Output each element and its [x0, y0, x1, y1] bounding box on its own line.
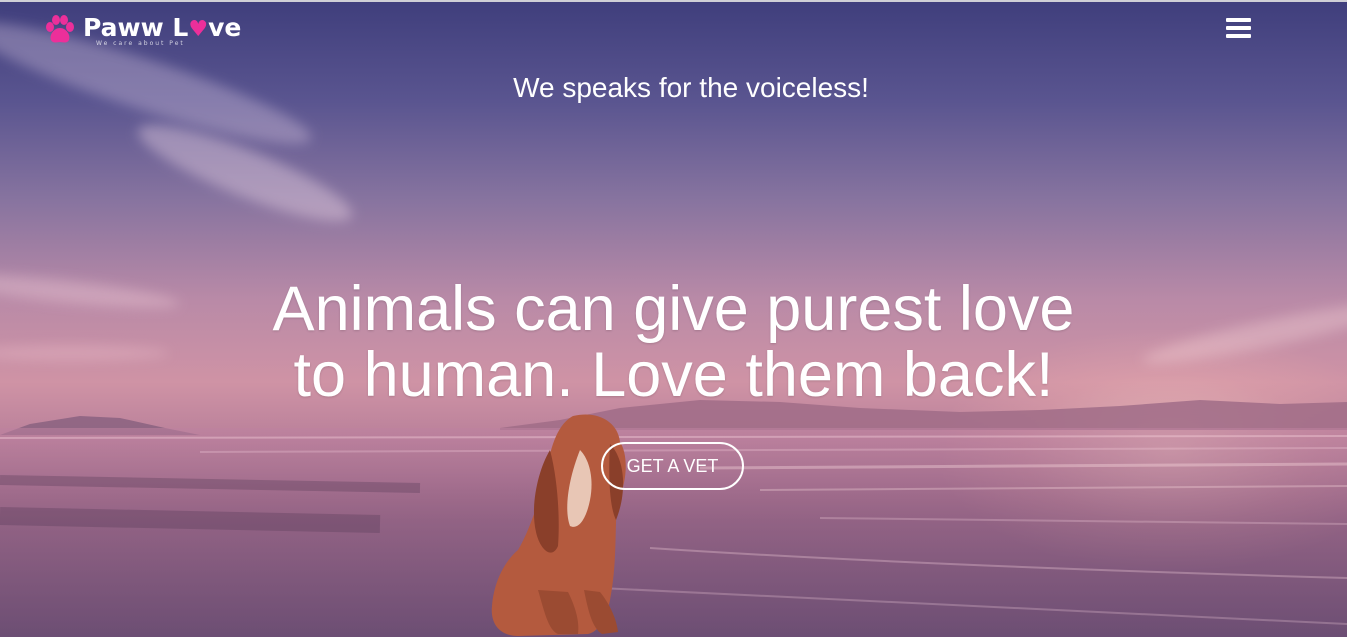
- hamburger-bar: [1226, 26, 1251, 30]
- hamburger-bar: [1226, 34, 1251, 38]
- heart-icon: ♥: [188, 17, 209, 42]
- hero-subtitle: We speaks for the voiceless!: [513, 72, 869, 103]
- get-a-vet-button[interactable]: GET A VET: [601, 442, 744, 490]
- hero-headline: Animals can give purest love to human. L…: [0, 276, 1347, 408]
- brand-name-suffix: ve: [208, 13, 242, 42]
- brand-logo[interactable]: Paww L♥ve We care about Pet: [44, 12, 244, 52]
- hamburger-bar: [1226, 18, 1251, 22]
- paw-icon: [46, 15, 74, 43]
- brand-name-prefix: Paww L: [83, 13, 189, 42]
- hero-section: Paww L♥ve We care about Pet We speaks fo…: [0, 0, 1347, 637]
- hero-headline-line-1: Animals can give purest love: [272, 274, 1075, 344]
- top-border: [0, 0, 1347, 2]
- brand-tagline: We care about Pet: [96, 40, 185, 47]
- hamburger-menu-icon[interactable]: [1226, 18, 1251, 38]
- hero-headline-line-2: to human. Love them back!: [293, 340, 1054, 410]
